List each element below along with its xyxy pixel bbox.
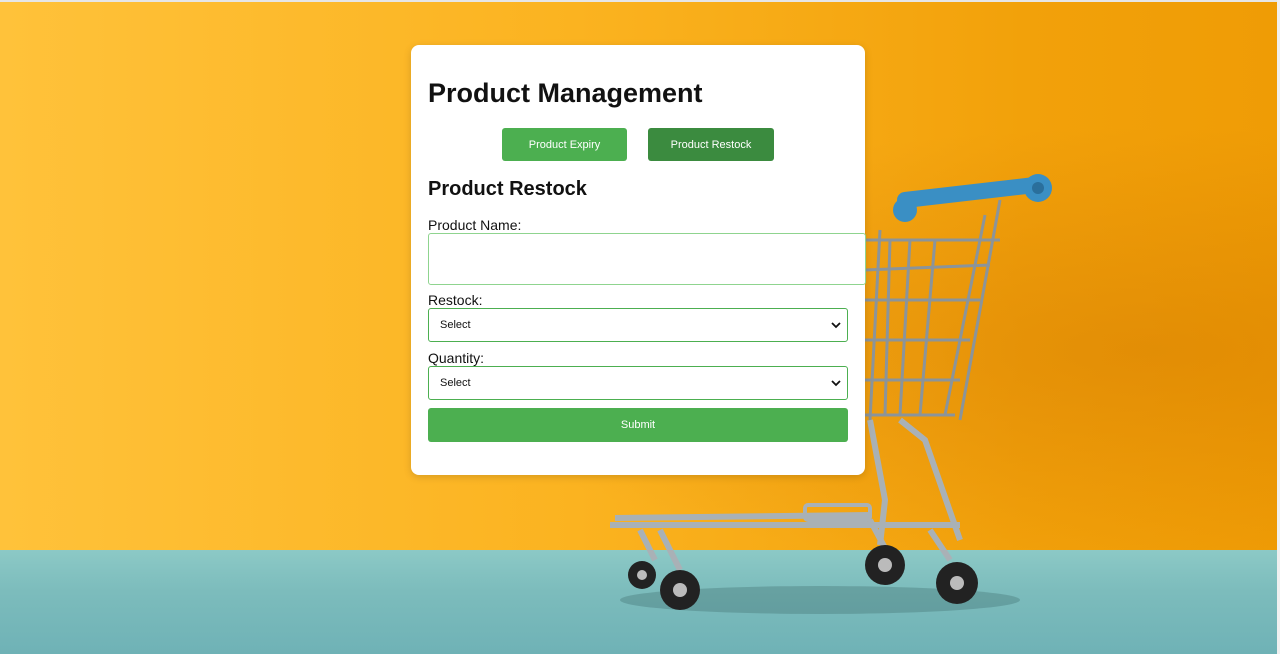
quantity-select-value: Select: [440, 377, 471, 389]
product-name-label: Product Name:: [428, 217, 522, 233]
chevron-down-icon: [831, 322, 841, 329]
chevron-down-icon: [831, 380, 841, 387]
quantity-select[interactable]: Select: [428, 366, 848, 400]
page-title: Product Management: [428, 78, 703, 108]
floor: [0, 550, 1280, 654]
restock-select[interactable]: Select: [428, 308, 848, 342]
restock-select-value: Select: [440, 319, 471, 331]
product-name-input[interactable]: [428, 233, 866, 285]
page-background: Product Management Product Expiry Produc…: [0, 0, 1280, 654]
submit-button[interactable]: Submit: [428, 408, 848, 442]
section-heading: Product Restock: [428, 178, 587, 200]
product-restock-button[interactable]: Product Restock: [648, 128, 774, 161]
restock-label: Restock:: [428, 292, 483, 308]
product-management-card: Product Management Product Expiry Produc…: [411, 45, 866, 475]
product-expiry-button[interactable]: Product Expiry: [502, 128, 627, 161]
quantity-label: Quantity:: [428, 350, 485, 366]
